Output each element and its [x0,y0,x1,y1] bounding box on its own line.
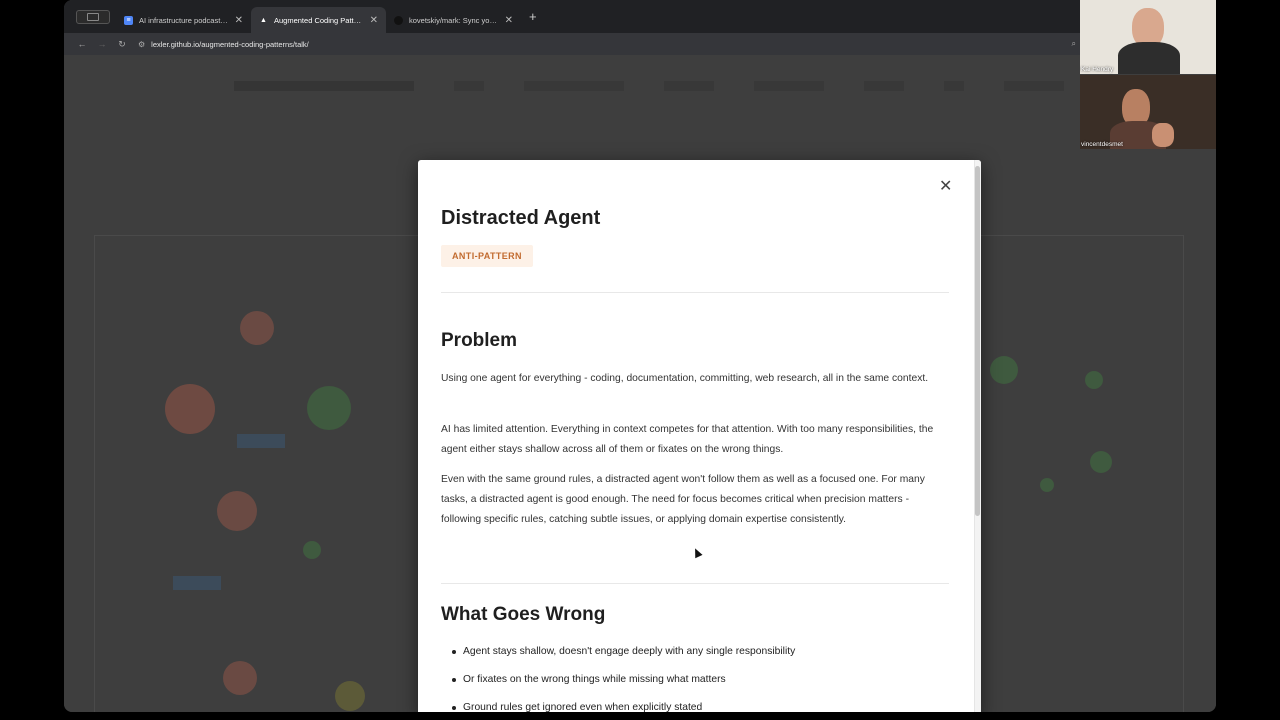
new-tab-icon[interactable]: + [529,9,537,24]
zoom-icon[interactable]: ⌕ [1072,39,1076,49]
site-info-icon[interactable]: ⚙ [138,40,145,49]
reload-icon[interactable]: ↻ [112,39,132,50]
what-goes-wrong-list: Agent stays shallow, doesn't engage deep… [441,642,949,712]
problem-paragraph: Using one agent for everything - coding,… [441,373,929,384]
graph-tag [173,576,221,590]
graph-tag [237,434,285,448]
list-item: Or fixates on the wrong things while mis… [441,670,949,698]
tab-title: kovetskiy/mark: Sync your m [409,15,499,25]
problem-paragraph: AI has limited attention. Everything in … [441,424,934,455]
graph-node [223,661,257,695]
modal-scrollbar[interactable] [974,160,981,712]
list-item: Agent stays shallow, doesn't engage deep… [441,642,949,670]
github-icon [394,15,403,25]
tab-augmented-coding[interactable]: ▲ Augmented Coding Patterns ✕ [251,7,386,33]
page-backdrop: ✕ Distracted Agent ANTI-PATTERN Problem … [64,55,1216,712]
waving-hand [1152,123,1174,147]
close-tab-icon[interactable]: ✕ [370,15,378,26]
graph-node [165,384,215,434]
graph-node [335,681,365,711]
close-tab-icon[interactable]: ✕ [235,15,243,26]
tab-github[interactable]: kovetskiy/mark: Sync your m ✕ [386,7,521,33]
person-avatar [1118,42,1180,74]
tab-title: Augmented Coding Patterns [274,15,364,25]
list-item: Ground rules get ignored even when expli… [441,698,949,712]
graph-node [1090,451,1112,473]
graph-node [307,386,351,430]
pattern-type-badge: ANTI-PATTERN [441,245,533,267]
graph-node [1085,371,1103,389]
tab-bar: ≡ AI infrastructure podcast - G ✕ ▲ Augm… [64,0,1216,33]
close-icon[interactable]: ✕ [939,176,952,196]
video-tile-kai: Kai Hendry [1080,0,1216,74]
forward-icon[interactable]: → [92,39,112,49]
problem-heading: Problem [441,330,518,351]
pattern-modal: ✕ Distracted Agent ANTI-PATTERN Problem … [418,160,981,712]
address-bar: ← → ↻ ⚙ lexler.github.io/augmented-codin… [64,33,1216,55]
tab-title: AI infrastructure podcast - G [139,15,229,25]
back-icon[interactable]: ← [72,39,92,49]
scrollbar-thumb[interactable] [975,166,980,516]
graph-node [217,491,257,531]
dimmed-site-nav [234,81,1176,91]
close-tab-icon[interactable]: ✕ [505,15,513,26]
pattern-title: Distracted Agent [441,207,601,229]
url-field[interactable]: lexler.github.io/augmented-coding-patter… [151,40,1071,49]
participant-name: vincentdesmet [1081,141,1123,148]
graph-node [1040,478,1054,492]
graph-node [990,356,1018,384]
browser-window: ≡ AI infrastructure podcast - G ✕ ▲ Augm… [64,0,1216,712]
divider [441,292,949,293]
participant-name: Kai Hendry [1081,66,1114,73]
window-switcher-icon[interactable] [76,9,110,24]
doc-icon: ≡ [124,15,133,25]
tab-podcast[interactable]: ≡ AI infrastructure podcast - G ✕ [116,7,251,33]
video-tile-vincent: vincentdesmet [1080,75,1216,149]
what-goes-wrong-heading: What Goes Wrong [441,604,606,625]
graph-node [240,311,274,345]
problem-paragraph: Even with the same ground rules, a distr… [441,474,925,525]
triangle-icon: ▲ [260,16,267,24]
divider [441,583,949,584]
graph-node [303,541,321,559]
